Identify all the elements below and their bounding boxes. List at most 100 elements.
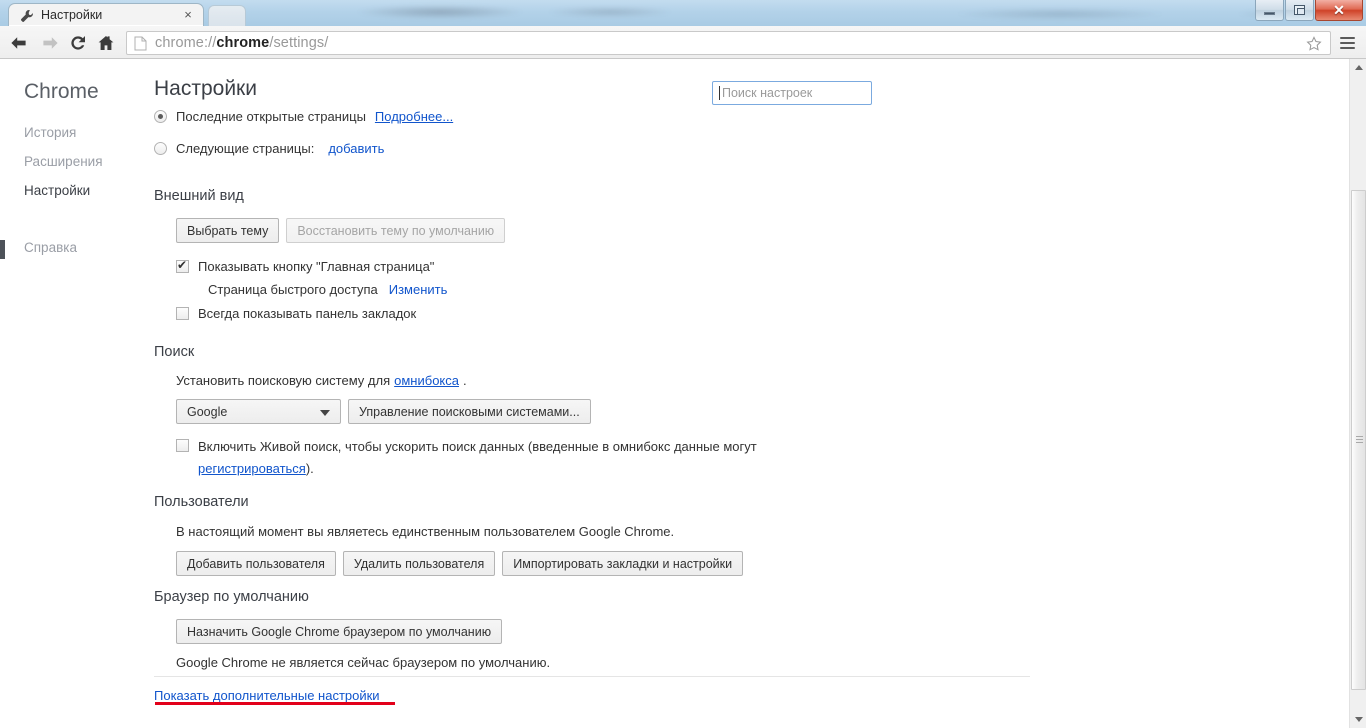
show-home-button-row[interactable]: Показывать кнопку "Главная страница" (176, 258, 505, 274)
scroll-up-button[interactable] (1350, 59, 1366, 76)
instant-search-row[interactable]: Включить Живой поиск, чтобы ускорить пои… (176, 438, 757, 478)
show-advanced-settings-link[interactable]: Показать дополнительные настройки (154, 688, 380, 703)
radio-specific-pages[interactable] (154, 142, 167, 155)
register-link[interactable]: регистрироваться (198, 461, 306, 476)
users-title: Пользователи (154, 494, 249, 510)
search-section-title: Поиск (154, 344, 195, 360)
search-engine-select[interactable]: Google (176, 399, 341, 424)
text-caret (719, 86, 720, 100)
add-user-button[interactable]: Добавить пользователя (176, 551, 336, 576)
triangle-down-icon (1354, 717, 1363, 722)
restore-button[interactable] (1285, 0, 1314, 21)
choose-theme-button[interactable]: Выбрать тему (176, 218, 280, 243)
settings-page: Chrome История Расширения Настройки Спра… (0, 59, 1366, 728)
search-desc-after: . (463, 373, 467, 388)
triangle-up-icon (1354, 65, 1363, 70)
chrome-menu-button[interactable] (1334, 31, 1360, 55)
vertical-scrollbar[interactable] (1349, 59, 1366, 728)
instant-search-text: Включить Живой поиск, чтобы ускорить пои… (198, 438, 757, 478)
always-show-bookmarks-label: Всегда показывать панель закладок (198, 306, 417, 321)
restore-icon (1294, 5, 1305, 15)
search-engine-description: Установить поисковую систему для омнибок… (176, 373, 757, 388)
page-title: Настройки (154, 77, 257, 100)
default-browser-title: Браузер по умолчанию (154, 589, 309, 605)
learn-more-link[interactable]: Подробнее... (375, 109, 453, 124)
scroll-down-button[interactable] (1350, 711, 1366, 728)
checkbox-instant-search[interactable] (176, 439, 189, 452)
minimize-icon (1264, 11, 1275, 15)
url-domain: chrome (216, 35, 270, 51)
delete-user-button[interactable]: Удалить пользователя (342, 551, 496, 576)
scrollbar-grip-icon (1356, 436, 1363, 443)
back-arrow-icon (10, 36, 26, 49)
search-settings-input[interactable]: Поиск настроек (712, 81, 872, 105)
url-prefix: chrome:// (155, 35, 217, 51)
sidebar-item-help[interactable]: Справка (24, 240, 77, 255)
show-home-button-label: Показывать кнопку "Главная страница" (198, 259, 435, 274)
tab-title: Настройки (41, 8, 103, 22)
radio-recent-pages[interactable] (154, 110, 167, 123)
search-desc-before: Установить поисковую систему для (176, 373, 391, 388)
reload-icon (71, 36, 85, 50)
startup-option-recent[interactable]: Последние открытые страницы Подробнее... (154, 109, 453, 124)
browser-toolbar: chrome://chrome/settings/ (0, 26, 1366, 59)
tab-close-icon[interactable]: × (181, 8, 195, 22)
close-button[interactable]: ✕ (1315, 0, 1363, 21)
page-icon (134, 36, 147, 50)
change-home-page-link[interactable]: Изменить (389, 282, 448, 297)
manage-search-engines-button[interactable]: Управление поисковыми системами... (348, 399, 591, 424)
add-pages-link[interactable]: добавить (328, 141, 384, 156)
users-section: Пользователи В настоящий момент вы являе… (154, 494, 744, 576)
hamburger-icon (1339, 46, 1355, 50)
search-placeholder: Поиск настроек (722, 86, 813, 100)
settings-content: Настройки Поиск настроек Последние откры… (140, 59, 1340, 728)
default-browser-button-row: Назначить Google Chrome браузером по умо… (176, 619, 550, 644)
tab-settings[interactable]: Настройки × (8, 3, 204, 26)
appearance-section: Внешний вид Выбрать тему Восстановить те… (154, 188, 506, 321)
search-section: Поиск Установить поисковую систему для о… (154, 344, 757, 478)
make-default-browser-button[interactable]: Назначить Google Chrome браузером по умо… (176, 619, 503, 644)
back-button[interactable] (4, 31, 32, 55)
brand-title: Chrome (24, 80, 99, 103)
omnibox-link[interactable]: омнибокса (394, 373, 459, 388)
home-page-value: Страница быстрого доступа (208, 282, 378, 297)
instant-after: ). (305, 461, 314, 476)
appearance-title: Внешний вид (154, 188, 244, 204)
import-bookmarks-button[interactable]: Импортировать закладки и настройки (502, 551, 744, 576)
default-browser-status: Google Chrome не является сейчас браузер… (176, 655, 551, 670)
scrollbar-thumb[interactable] (1351, 190, 1366, 690)
chevron-down-icon (320, 410, 330, 416)
active-item-marker (0, 240, 5, 259)
url-suffix: /settings/ (269, 35, 329, 51)
search-engine-controls: Google Управление поисковыми системами..… (176, 399, 757, 424)
minimize-button[interactable] (1255, 0, 1284, 21)
home-icon (98, 36, 114, 50)
section-divider (154, 676, 1030, 677)
instant-line1: Включить Живой поиск, чтобы ускорить пои… (198, 439, 757, 454)
address-bar-url: chrome://chrome/settings/ (155, 35, 328, 51)
reset-theme-button: Восстановить тему по умолчанию (286, 218, 506, 243)
close-icon: ✕ (1333, 1, 1345, 18)
bookmark-star-icon[interactable] (1306, 36, 1322, 52)
home-button[interactable] (92, 31, 120, 55)
background-tab[interactable] (208, 5, 246, 26)
sidebar-item-history[interactable]: История (24, 125, 76, 140)
address-bar[interactable]: chrome://chrome/settings/ (126, 31, 1331, 55)
checkbox-always-show-bookmarks[interactable] (176, 307, 189, 320)
search-engine-value: Google (187, 404, 228, 419)
window-caption-buttons: ✕ (1254, 0, 1363, 22)
tab-strip: Настройки × ✕ (0, 0, 1366, 26)
hamburger-icon (1339, 41, 1355, 45)
startup-recent-label: Последние открытые страницы (176, 109, 366, 124)
checkbox-show-home-button[interactable] (176, 258, 189, 273)
browser-window: Настройки × ✕ chrome://chrome/settings/ … (0, 0, 1366, 728)
startup-section: Последние открытые страницы Подробнее...… (154, 109, 453, 156)
forward-button[interactable] (36, 31, 64, 55)
startup-option-pages[interactable]: Следующие страницы: добавить (154, 141, 453, 156)
users-description: В настоящий момент вы являетесь единстве… (176, 524, 675, 539)
always-show-bookmarks-row[interactable]: Всегда показывать панель закладок (176, 306, 505, 321)
reload-button[interactable] (64, 31, 92, 55)
settings-sidebar: Chrome История Расширения Настройки Спра… (0, 59, 140, 728)
sidebar-item-extensions[interactable]: Расширения (24, 154, 103, 169)
sidebar-item-settings[interactable]: Настройки (24, 183, 90, 198)
